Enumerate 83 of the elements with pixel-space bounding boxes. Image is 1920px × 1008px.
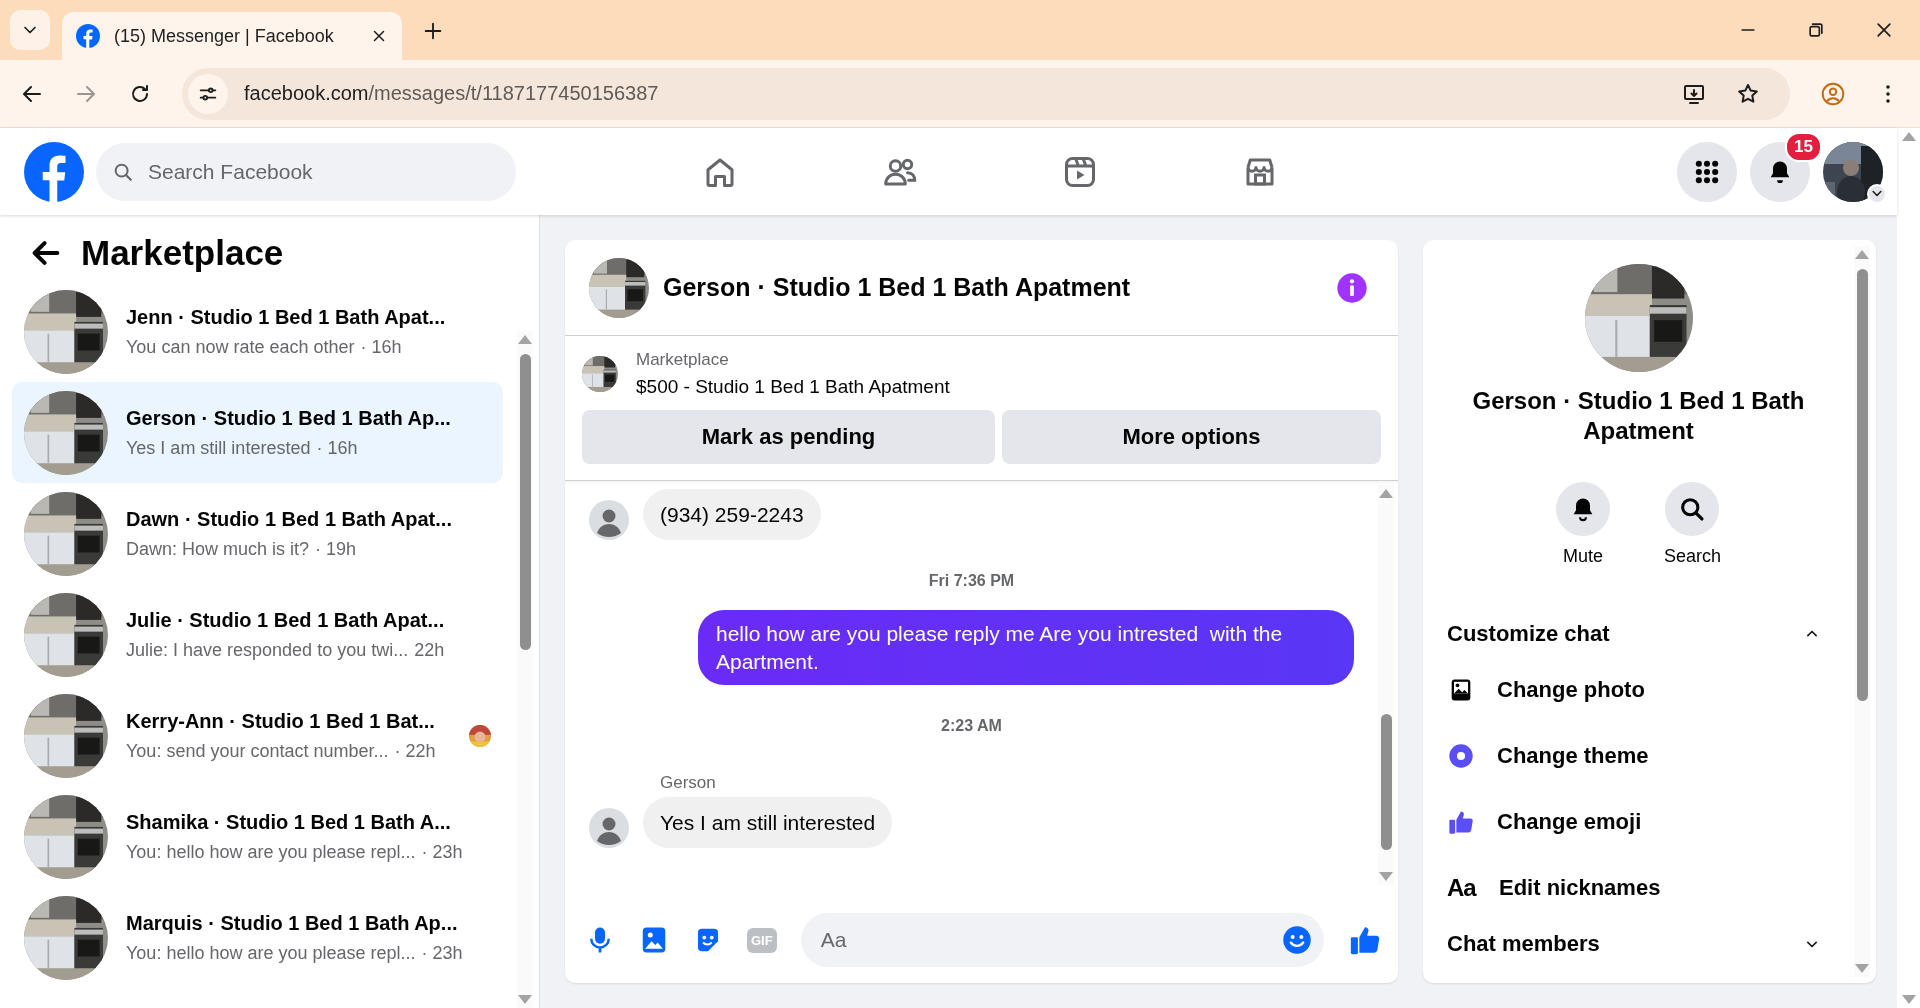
bookmark-star-icon[interactable] xyxy=(1736,81,1760,106)
action-label: Search xyxy=(1663,546,1721,567)
close-icon[interactable] xyxy=(1874,20,1894,40)
listing-title[interactable]: $500 - Studio 1 Bed 1 Bath Apatment xyxy=(636,376,950,398)
action-button[interactable]: More options xyxy=(1002,410,1381,464)
contact-name: Gerson · Studio 1 Bed 1 Bath Apatment xyxy=(1471,386,1806,446)
new-tab-icon[interactable] xyxy=(422,20,444,42)
menu-item[interactable]: Change photo xyxy=(1447,657,1830,723)
address-bar[interactable]: facebook.com/messages/t/1187177450156387 xyxy=(182,67,1790,120)
conversation-item[interactable]: Marquis · Studio 1 Bed 1 Bath Ap... You: hello how are you please repl... · 23h xyxy=(12,887,503,988)
conversation-item[interactable]: Jenn · Studio 1 Bed 1 Bath Apat... You can now rate each other · 16h xyxy=(12,281,503,382)
action-label: Mute xyxy=(1562,546,1603,567)
sender-name: Gerson xyxy=(660,772,717,793)
conversation-name: Gerson · Studio 1 Bed 1 Bath Ap... xyxy=(126,406,452,430)
conversation-item[interactable]: Julie · Studio 1 Bed 1 Bath Apat... Julie: I have responded to you twi... 22h xyxy=(12,584,503,685)
scrollbar[interactable] xyxy=(517,331,533,1008)
conversation-name: Julie · Studio 1 Bed 1 Bath Apat... xyxy=(126,608,446,632)
conversation-name: Dawn · Studio 1 Bed 1 Bath Apat... xyxy=(126,507,453,531)
text-icon: Aa xyxy=(1447,874,1477,902)
received-message: Yes I am still interested xyxy=(643,796,893,849)
timestamp: · 23h xyxy=(421,841,463,863)
conversation-name: Kerry-Ann · Studio 1 Bed 1 Bat... xyxy=(126,709,436,733)
scrollbar-thumb[interactable] xyxy=(1380,714,1392,850)
mute-button[interactable] xyxy=(1555,482,1610,536)
search-field[interactable]: Search Facebook xyxy=(96,142,516,201)
site-settings-button[interactable] xyxy=(188,73,228,114)
message-preview: You: hello how are you please repl... xyxy=(126,942,416,964)
conversation-name: Shamika · Studio 1 Bed 1 Bath A... xyxy=(126,810,452,834)
account-button[interactable] xyxy=(1823,141,1883,202)
listing-label: Marketplace xyxy=(636,350,730,370)
message-preview: Yes I am still interested xyxy=(126,437,311,459)
scrollbar[interactable] xyxy=(1854,246,1870,977)
timestamp: · 22h xyxy=(394,740,436,762)
scrollbar[interactable] xyxy=(1378,485,1394,885)
received-message: (934) 259-2243 xyxy=(643,489,821,541)
restore-icon[interactable] xyxy=(1806,20,1826,40)
profile-icon[interactable] xyxy=(1820,80,1846,107)
emoji-icon[interactable] xyxy=(1282,925,1312,955)
timestamp: · 16h xyxy=(360,336,402,358)
theme-icon xyxy=(1447,742,1475,770)
logo-icon xyxy=(76,24,100,48)
conversation-item[interactable]: Shamika · Studio 1 Bed 1 Bath A... You: hello how are you please repl... · 23h xyxy=(12,786,503,887)
search-button[interactable] xyxy=(1665,482,1720,536)
conversation-name: Jenn · Studio 1 Bed 1 Bath Apat... xyxy=(126,305,447,329)
panel-title: Marketplace xyxy=(81,233,284,273)
scrollbar-thumb[interactable] xyxy=(1856,269,1868,701)
scroll-up-arrow-icon[interactable] xyxy=(1901,132,1916,141)
chat-title: Gerson · Studio 1 Bed 1 Bath Apatment xyxy=(663,273,1131,302)
person-avatar-icon xyxy=(589,500,629,541)
conversation-item[interactable]: Kerry-Ann · Studio 1 Bed 1 Bat... You: send your contact number... · 22h xyxy=(12,685,503,786)
message-field[interactable]: Aa xyxy=(800,913,1324,967)
caret-down-icon xyxy=(1872,190,1882,197)
scroll-down-arrow-icon[interactable] xyxy=(1901,995,1916,1004)
action-button[interactable]: Mark as pending xyxy=(582,410,995,464)
menu-item[interactable]: Change theme xyxy=(1447,723,1830,789)
conversation-item[interactable]: Dawn · Studio 1 Bed 1 Bath Apat... Dawn: How much is it? · 19h xyxy=(12,483,503,584)
message-preview: Julie: I have responded to you twi... xyxy=(126,639,409,661)
scrollbar-thumb[interactable] xyxy=(519,354,531,650)
section-header[interactable]: Chat members xyxy=(1447,921,1830,967)
conversation-item[interactable]: Gerson · Studio 1 Bed 1 Bath Ap... Yes I am still interested · 16h xyxy=(12,382,503,483)
menu-item[interactable]: Aa Edit nicknames xyxy=(1447,855,1830,921)
message-preview: You: send your contact number... xyxy=(126,740,389,762)
message-time: 2:23 AM xyxy=(940,716,1003,735)
message-time: Fri 7:36 PM xyxy=(927,572,1016,591)
url-text: facebook.com/messages/t/1187177450156387 xyxy=(244,82,659,105)
scrollbar[interactable] xyxy=(1897,128,1920,1008)
tab-title: (15) Messenger | Facebook xyxy=(114,25,335,47)
notification-count: 15 xyxy=(1785,131,1822,162)
person-avatar-icon xyxy=(589,808,629,849)
timestamp: · 16h xyxy=(316,437,358,459)
message-preview: You can now rate each other xyxy=(126,336,355,358)
logo-icon[interactable] xyxy=(24,141,84,202)
conversation-name: Marquis · Studio 1 Bed 1 Bath Ap... xyxy=(126,911,459,935)
timestamp: · 19h xyxy=(315,538,357,560)
timestamp: · 23h xyxy=(421,942,463,964)
message-preview: You: hello how are you please repl... xyxy=(126,841,416,863)
message-preview: Dawn: How much is it? xyxy=(126,538,310,560)
browser-tab[interactable]: (15) Messenger | Facebook xyxy=(62,12,402,60)
menu-item[interactable]: Change emoji xyxy=(1447,789,1830,855)
section-header[interactable]: Customize chat xyxy=(1447,611,1830,657)
info-icon[interactable] xyxy=(1336,271,1368,304)
timestamp: 22h xyxy=(414,639,445,661)
sent-message: hello how are you please reply me Are you intrested with the Apartment. xyxy=(698,610,1354,685)
